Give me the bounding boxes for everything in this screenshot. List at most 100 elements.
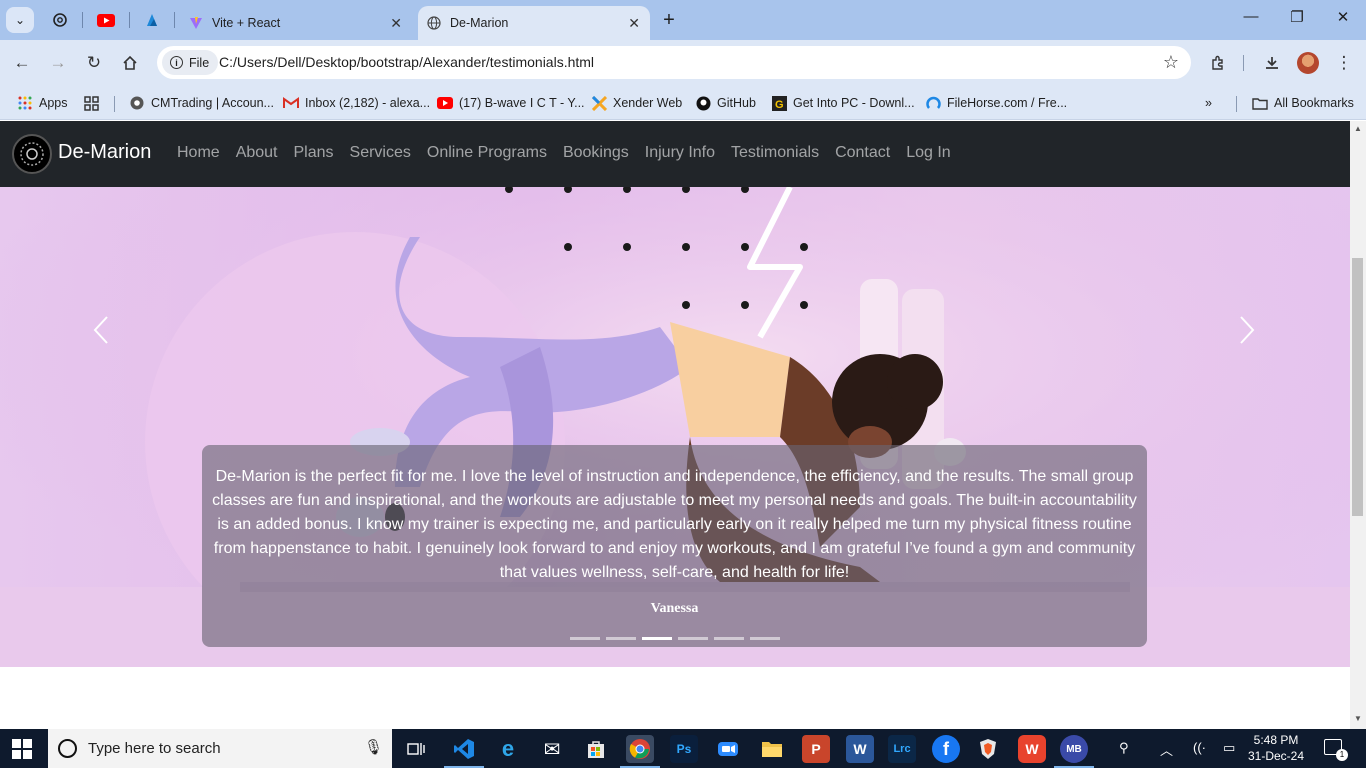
reload-button[interactable]: ↻	[81, 51, 107, 75]
scroll-down-icon[interactable]: ▼	[1352, 714, 1364, 723]
lightroom-classic-icon: Lrc	[893, 743, 911, 755]
people-icon[interactable]: ⚲	[1119, 740, 1129, 756]
restore-button[interactable]: ❐	[1282, 8, 1312, 26]
bookmark-gmail[interactable]: Inbox (2,182) - alexa...	[283, 93, 430, 113]
windows-start-button[interactable]	[12, 739, 32, 759]
pinned-tab-azure[interactable]	[142, 10, 162, 30]
nav-injury-info[interactable]: Injury Info	[637, 144, 723, 162]
carousel-indicator[interactable]	[714, 637, 744, 640]
bookmark-star-icon[interactable]: ☆	[1163, 52, 1179, 73]
pinned-tab-youtube[interactable]	[96, 10, 116, 30]
carousel-indicator[interactable]	[678, 637, 708, 640]
taskbar-clock[interactable]: 5:48 PM 31-Dec-24	[1246, 732, 1306, 764]
taskbar-word[interactable]: W	[846, 735, 874, 763]
menu-button[interactable]: ⋮	[1331, 51, 1357, 75]
taskbar-chrome[interactable]	[626, 735, 654, 763]
taskbar-vscode[interactable]	[450, 735, 478, 763]
all-bookmarks-button[interactable]: All Bookmarks	[1252, 93, 1354, 113]
nav-about[interactable]: About	[228, 144, 286, 162]
url-text[interactable]: C:/Users/Dell/Desktop/bootstrap/Alexande…	[219, 54, 594, 70]
testimonial-author: Vanessa	[650, 601, 699, 616]
tab-separator	[129, 12, 130, 28]
extensions-button[interactable]	[1205, 51, 1231, 75]
taskbar-powerpoint[interactable]: P	[802, 735, 830, 763]
taskbar-mail[interactable]: ✉	[538, 735, 566, 763]
azure-icon	[147, 14, 157, 26]
bookmark-github[interactable]: GitHub	[695, 93, 756, 113]
close-tab-icon[interactable]: ✕	[628, 15, 640, 32]
carousel-indicator[interactable]	[606, 637, 636, 640]
battery-icon[interactable]: ▭	[1223, 740, 1235, 756]
minimize-button[interactable]: —	[1236, 8, 1266, 25]
bookmark-separator	[114, 96, 115, 112]
close-tab-icon[interactable]: ✕	[390, 15, 402, 32]
scroll-up-icon[interactable]: ▲	[1352, 124, 1364, 133]
taskbar-lightroom[interactable]: Lrc	[888, 735, 916, 763]
nav-home[interactable]: Home	[169, 144, 228, 162]
microphone-icon[interactable]: 🎙︎	[364, 738, 383, 756]
search-placeholder: Type here to search	[88, 740, 221, 757]
scrollbar-thumb[interactable]	[1352, 258, 1363, 516]
brand-name[interactable]: De-Marion	[58, 141, 151, 164]
task-view-button[interactable]	[402, 735, 430, 763]
site-logo[interactable]	[12, 134, 52, 174]
bookmarks-bar: Apps CMTrading | Accoun... Inbox (2,182)…	[0, 86, 1366, 120]
new-tab-button[interactable]: +	[658, 9, 680, 32]
profile-avatar[interactable]	[1297, 52, 1319, 74]
file-label: File	[189, 55, 210, 70]
carousel-indicator[interactable]	[570, 637, 600, 640]
nav-contact[interactable]: Contact	[827, 144, 898, 162]
taskbar-facebook[interactable]: f	[932, 735, 960, 763]
bookmark-separator	[1236, 96, 1237, 112]
tab-de-marion[interactable]: De-Marion ✕	[418, 6, 650, 40]
forward-button[interactable]: →	[45, 51, 71, 75]
chevron-left-icon	[93, 316, 108, 344]
tab-title: Vite + React	[212, 16, 281, 30]
edge-icon: e	[501, 736, 515, 761]
store-icon	[588, 741, 604, 758]
nav-bookings[interactable]: Bookings	[555, 144, 637, 162]
bookmark-getintopc[interactable]: G Get Into PC - Downl...	[771, 93, 915, 113]
carousel-next-button[interactable]	[1232, 315, 1262, 345]
bookmark-cmtrading[interactable]: CMTrading | Accoun...	[129, 93, 274, 113]
taskbar-search-box[interactable]: Type here to search 🎙︎	[48, 729, 392, 768]
taskbar-photoshop[interactable]: Ps	[670, 735, 698, 763]
pinned-tab-openai[interactable]	[50, 10, 70, 30]
more-bookmarks-button[interactable]: »	[1205, 93, 1212, 113]
bookmark-youtube[interactable]: (17) B-wave I C T - Y...	[437, 93, 585, 113]
nav-online-programs[interactable]: Online Programs	[419, 144, 555, 162]
close-window-button[interactable]: ✕	[1328, 8, 1358, 26]
taskbar-wps[interactable]: W	[1018, 735, 1046, 763]
taskbar-malwarebytes[interactable]: MB	[1060, 735, 1088, 763]
taskbar-file-explorer[interactable]	[758, 735, 786, 763]
facebook-icon: f	[943, 738, 949, 759]
nav-log-in[interactable]: Log In	[898, 144, 958, 162]
nav-plans[interactable]: Plans	[286, 144, 342, 162]
carousel-indicator-active[interactable]	[642, 637, 672, 640]
youtube-icon	[437, 95, 453, 111]
vite-icon	[188, 15, 204, 31]
bookmark-tab-groups[interactable]	[83, 93, 105, 113]
tab-vite-react[interactable]: Vite + React ✕	[180, 6, 412, 40]
nav-services[interactable]: Services	[342, 144, 419, 162]
bookmark-filehorse[interactable]: FileHorse.com / Fre...	[925, 93, 1067, 113]
bookmark-apps[interactable]: Apps	[17, 93, 68, 113]
carousel-previous-button[interactable]	[86, 315, 116, 345]
taskbar-brave[interactable]	[974, 735, 1002, 763]
taskbar-store[interactable]	[582, 735, 610, 763]
taskbar-zoom[interactable]	[714, 735, 742, 763]
vscode-icon	[454, 739, 474, 759]
taskbar-edge[interactable]: e	[494, 735, 522, 763]
address-bar[interactable]: i File C:/Users/Dell/Desktop/bootstrap/A…	[157, 46, 1191, 79]
cortana-circle-icon	[58, 739, 77, 758]
back-button[interactable]: ←	[9, 51, 35, 75]
show-hidden-icons-chevron-up-icon[interactable]: ︿	[1160, 740, 1173, 759]
tab-search-button[interactable]: ⌄	[6, 7, 34, 33]
carousel-indicator[interactable]	[750, 637, 780, 640]
home-button[interactable]	[117, 51, 143, 75]
downloads-button[interactable]	[1259, 51, 1285, 75]
site-info-chip[interactable]: i File	[162, 50, 219, 75]
nav-testimonials[interactable]: Testimonials	[723, 144, 827, 162]
bookmark-xender[interactable]: Xender Web	[591, 93, 682, 113]
wifi-icon[interactable]: ((·	[1193, 740, 1206, 755]
